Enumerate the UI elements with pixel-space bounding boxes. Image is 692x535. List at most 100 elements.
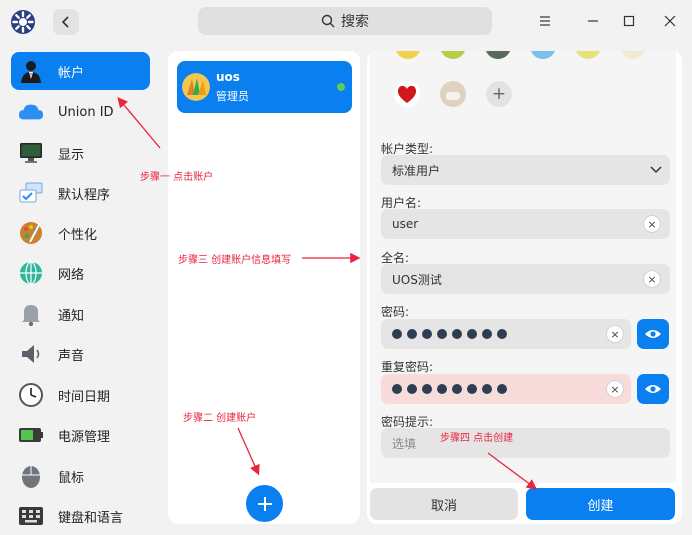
- plus-icon: +: [491, 83, 507, 104]
- annotation-step2: 步骤二 创建账户: [183, 413, 257, 424]
- avatar-option[interactable]: [485, 51, 511, 59]
- avatar-option-sofa[interactable]: [440, 81, 466, 107]
- clear-username-button[interactable]: ×: [643, 215, 661, 233]
- avatar-option[interactable]: [620, 51, 646, 59]
- sidebar: 帐户 Union ID 显示 默认程序 个性化 网络 通知 声音 时间日期 电源…: [0, 44, 160, 535]
- menu-button[interactable]: [535, 11, 555, 31]
- personalization-icon: [18, 220, 44, 246]
- sidebar-item-label: 鼠标: [58, 470, 85, 486]
- sidebar-item-keyboard[interactable]: 键盘和语言: [11, 497, 150, 535]
- repeat-password-dots: [392, 384, 507, 394]
- mouse-icon: [18, 463, 44, 489]
- clear-icon: ×: [647, 272, 657, 286]
- maximize-button[interactable]: [619, 11, 639, 31]
- sidebar-item-power[interactable]: 电源管理: [11, 416, 150, 454]
- sidebar-item-sound[interactable]: 声音: [11, 335, 150, 373]
- battery-icon: [18, 422, 44, 448]
- close-icon: [664, 15, 676, 27]
- repeat-password-label: 重复密码:: [381, 360, 434, 374]
- maximize-icon: [623, 15, 635, 27]
- password-hint-placeholder: 选填: [392, 436, 417, 451]
- clear-password-button[interactable]: ×: [606, 325, 624, 343]
- clear-icon: ×: [610, 382, 620, 396]
- annotation-step4: 步骤四 点击创建: [440, 433, 514, 444]
- eye-icon: [645, 385, 661, 393]
- sidebar-item-account[interactable]: 帐户: [11, 52, 150, 90]
- repeat-password-field[interactable]: ×: [381, 374, 631, 404]
- back-button[interactable]: [53, 9, 79, 35]
- username-field[interactable]: user ×: [381, 209, 670, 239]
- sidebar-item-label: 电源管理: [58, 429, 111, 445]
- create-account-form: + 帐户类型: 标准用户 用户名: user × 全名: UOS测试 × 密码:…: [370, 51, 676, 483]
- clear-icon: ×: [647, 217, 657, 231]
- sidebar-item-label: 通知: [58, 308, 85, 324]
- minimize-icon: [588, 20, 598, 22]
- password-dots: [392, 329, 507, 339]
- title-bar: 搜索: [0, 0, 692, 44]
- sidebar-item-network[interactable]: 网络: [11, 254, 150, 292]
- sidebar-item-mouse[interactable]: 鼠标: [11, 457, 150, 495]
- user-list-panel: uos 管理员: [168, 51, 360, 524]
- sidebar-item-label: 时间日期: [58, 389, 111, 405]
- default-apps-icon: [18, 180, 44, 206]
- sidebar-item-label: 显示: [58, 147, 85, 163]
- avatar-option[interactable]: [575, 51, 601, 59]
- add-user-button[interactable]: [246, 485, 283, 522]
- avatar-option[interactable]: [530, 51, 556, 59]
- user-role: 管理员: [216, 90, 249, 103]
- eye-icon: [645, 330, 661, 338]
- sidebar-item-notification[interactable]: 通知: [11, 295, 150, 333]
- sidebar-item-label: 默认程序: [58, 187, 111, 203]
- app-logo-icon: [10, 9, 36, 35]
- sidebar-item-label: 帐户: [58, 65, 85, 81]
- cloud-icon: [18, 99, 44, 125]
- close-window-button[interactable]: [660, 11, 680, 31]
- avatar-option[interactable]: [440, 51, 466, 59]
- avatar-option[interactable]: [395, 51, 421, 59]
- user-name: uos: [216, 70, 240, 84]
- clear-repeat-password-button[interactable]: ×: [606, 380, 624, 398]
- username-value: user: [392, 217, 419, 231]
- cancel-button[interactable]: 取消: [370, 488, 518, 520]
- keyboard-icon: [18, 503, 44, 529]
- speaker-icon: [18, 341, 44, 367]
- annotation-step3: 步骤三 创建账户信息填写: [178, 255, 292, 266]
- sidebar-item-label: 键盘和语言: [58, 510, 124, 526]
- account-type-select[interactable]: 标准用户: [381, 155, 670, 185]
- show-repeat-password-button[interactable]: [637, 374, 669, 404]
- password-hint-field[interactable]: 选填: [381, 428, 670, 458]
- password-label: 密码:: [381, 305, 410, 319]
- search-input[interactable]: 搜索: [198, 7, 492, 35]
- user-card-uos[interactable]: uos 管理员: [177, 61, 352, 113]
- bell-icon: [18, 301, 44, 327]
- sidebar-item-default-apps[interactable]: 默认程序: [11, 174, 150, 212]
- clear-fullname-button[interactable]: ×: [643, 270, 661, 288]
- account-icon: [18, 58, 44, 84]
- plus-icon: [257, 496, 272, 511]
- sidebar-item-personalization[interactable]: 个性化: [11, 214, 150, 252]
- avatar-option-heart[interactable]: [394, 81, 420, 107]
- network-icon: [18, 260, 44, 286]
- sidebar-item-display[interactable]: 显示: [11, 134, 150, 172]
- minimize-button[interactable]: [583, 11, 603, 31]
- display-icon: [18, 140, 44, 166]
- sidebar-item-datetime[interactable]: 时间日期: [11, 376, 150, 414]
- create-button[interactable]: 创建: [526, 488, 675, 520]
- online-status-dot: [337, 83, 345, 91]
- show-password-button[interactable]: [637, 319, 669, 349]
- fullname-value: UOS测试: [392, 272, 442, 287]
- search-placeholder: 搜索: [341, 14, 369, 30]
- annotation-step1: 步骤一 点击账户: [140, 172, 214, 183]
- password-field[interactable]: ×: [381, 319, 631, 349]
- sidebar-item-label: Union ID: [58, 104, 114, 120]
- clock-icon: [18, 382, 44, 408]
- sidebar-item-union-id[interactable]: Union ID: [11, 93, 150, 131]
- clear-icon: ×: [610, 327, 620, 341]
- create-account-panel: + 帐户类型: 标准用户 用户名: user × 全名: UOS测试 × 密码:…: [367, 51, 682, 524]
- sidebar-item-label: 声音: [58, 348, 85, 364]
- add-avatar-button[interactable]: +: [486, 81, 512, 107]
- sidebar-item-label: 个性化: [58, 227, 98, 243]
- fullname-field[interactable]: UOS测试 ×: [381, 264, 670, 294]
- sidebar-item-label: 网络: [58, 267, 85, 283]
- search-icon: [321, 14, 335, 28]
